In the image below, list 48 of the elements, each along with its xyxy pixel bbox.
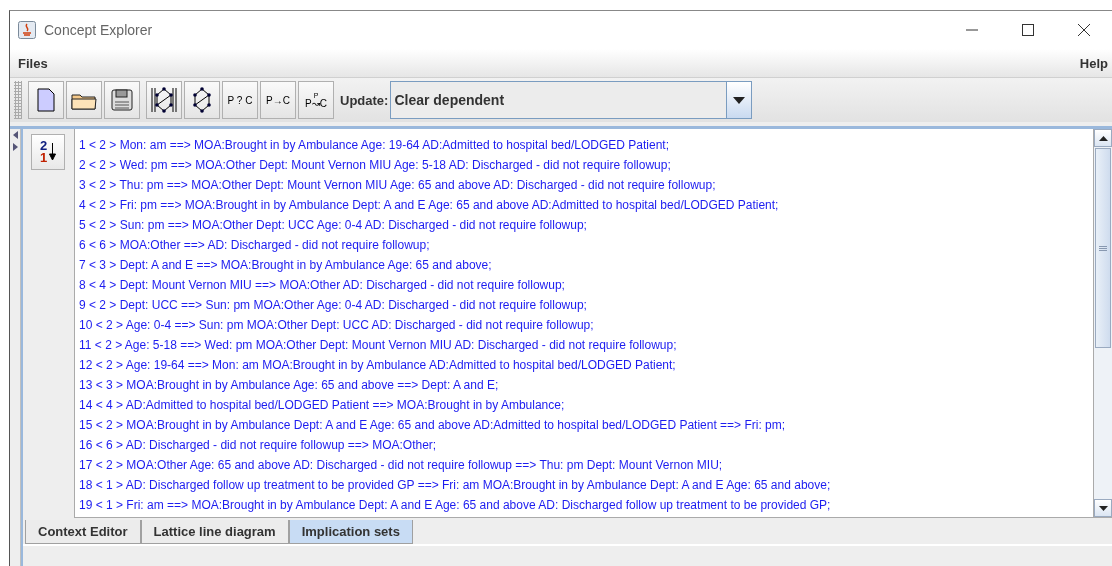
implication-line[interactable]: 7 < 3 > Dept: A and E ==> MOA:Brought in by Ambulance Age: 65 and above; [79,255,492,275]
implication-line[interactable]: 8 < 4 > Dept: Mount Vernon MIU ==> MOA:Other AD: Discharged - did not require followup; [79,275,565,295]
toolbar-button[interactable] [104,81,140,119]
implication-line[interactable]: 16 < 6 > AD: Discharged - did not require followup ==> MOA:Other; [79,435,437,455]
caret-icon [733,96,746,104]
toolbar-button[interactable] [146,81,182,119]
implication-line[interactable]: 4 < 2 > Fri: pm ==> MOA:Brought in by Ambulance Dept: A and E Age: 65 and above AD:Admitted to hospital bed/LODGED Patient; [79,195,779,215]
menu-item[interactable]: Files [18,55,48,71]
implication-line[interactable]: 10 < 2 > Age: 0-4 ==> Sun: pm MOA:Other Dept: UCC AD: Discharged - did not require followup; [79,315,594,335]
toolbar-button[interactable] [66,81,102,119]
down-arrow-icon [49,143,57,161]
sort-button[interactable]: 2 1 [31,134,65,170]
app-icon [18,21,36,39]
tab[interactable]: Implication sets [288,520,413,544]
maximize-icon[interactable] [1022,24,1034,36]
implication-line[interactable]: 15 < 2 > MOA:Brought in by Ambulance Dept: A and E Age: 65 and above AD:Admitted to hospital bed/LODGED Patient ==> Fri: pm; [79,415,786,435]
expand-right-icon[interactable] [12,143,18,151]
lattice-icon [149,86,179,114]
menu-item[interactable]: Help [1079,55,1108,71]
collapse-left-icon[interactable] [12,131,18,139]
update-dropdown[interactable]: Clear dependent [390,81,753,119]
window-title: Concept Explorer [44,22,153,38]
implication-line[interactable]: 14 < 4 > AD:Admitted to hospital bed/LODGED Patient ==> MOA:Brought in by Ambulance; [79,395,565,415]
scroll-up-icon[interactable] [1098,135,1108,141]
toolbar-button[interactable]: P→C [260,81,296,119]
close-icon[interactable] [1077,23,1091,37]
implication-line[interactable]: 6 < 6 > MOA:Other ==> AD: Discharged - did not require followup; [79,235,430,255]
implication-line[interactable]: 19 < 1 > Fri: am ==> MOA:Brought in by Ambulance Dept: A and E Age: 65 and above AD: Discharged follow up treatment to be provided GP; [79,495,831,515]
update-label: Update: [340,92,389,108]
implication-line[interactable]: 2 < 2 > Wed: pm ==> MOA:Other Dept: Mount Vernon MIU Age: 5-18 AD: Discharged - did not require followup; [79,155,671,175]
implication-line[interactable]: 1 < 2 > Mon: am ==> MOA:Brought in by Ambulance Age: 19-64 AD:Admitted to hospital bed/LODGED Patient; [79,135,669,155]
toolbar-button[interactable]: P ? C [222,81,258,119]
implication-line[interactable]: 18 < 1 > AD: Discharged follow up treatment to be provided GP ==> Fri: am MOA:Brought in by Ambulance Dept: A and E Age: 65 and above; [79,475,831,495]
new-file-icon [37,88,55,112]
scroll-thumb[interactable] [1095,148,1111,348]
tab[interactable]: Context Editor [25,520,141,544]
toolbar-button[interactable] [184,81,220,119]
tab[interactable]: Lattice line diagram [140,520,289,544]
scrollbar[interactable] [1093,129,1112,518]
implication-line[interactable]: 17 < 2 > MOA:Other Age: 65 and above AD: Discharged - did not require followup ==> Thu: pm Dept: Mount Vernon MIU; [79,455,723,475]
implication-line[interactable]: 12 < 2 > Age: 19-64 ==> Mon: am MOA:Brought in by Ambulance AD:Admitted to hospital bed/LODGED Patient; [79,355,676,375]
implication-line[interactable]: 3 < 2 > Thu: pm ==> MOA:Other Dept: Mount Vernon MIU Age: 65 and above AD: Discharged - did not require followup; [79,175,716,195]
implication-line[interactable]: 13 < 3 > MOA:Brought in by Ambulance Age: 65 and above ==> Dept: A and E; [79,375,499,395]
implication-line[interactable]: 11 < 2 > Age: 5-18 ==> Wed: pm MOA:Other Dept: Mount Vernon MIU AD: Discharged - did not require followup; [79,335,677,355]
scroll-down-icon[interactable] [1098,505,1108,511]
implication-line[interactable]: 9 < 2 > Dept: UCC ==> Sun: pm MOA:Other Age: 0-4 AD: Discharged - did not require followup; [79,295,587,315]
implication-line[interactable]: 5 < 2 > Sun: pm ==> MOA:Other Dept: UCC Age: 0-4 AD: Discharged - did not require followup; [79,215,587,235]
toolbar-grip[interactable] [14,81,22,119]
